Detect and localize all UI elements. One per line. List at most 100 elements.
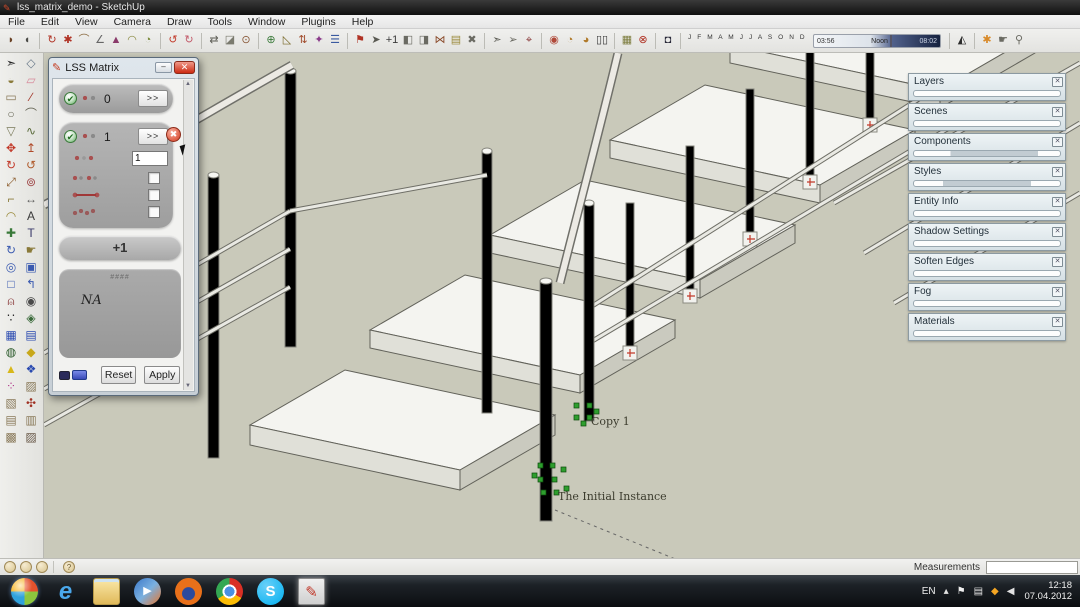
- clock-a-icon[interactable]: ◔: [563, 33, 577, 48]
- menu-help[interactable]: Help: [344, 16, 382, 28]
- tray-scenes-title[interactable]: Scenes: [911, 106, 1052, 117]
- 3d-text-icon[interactable]: T: [22, 225, 40, 241]
- tray-materials[interactable]: Materials ✕: [908, 313, 1066, 341]
- tray-components[interactable]: Components ✕: [908, 133, 1066, 161]
- chain-option-checkbox[interactable]: [148, 205, 160, 218]
- walkboots-icon[interactable]: ◭: [955, 33, 969, 48]
- protractor-icon[interactable]: ◠: [2, 208, 20, 224]
- text-icon[interactable]: A: [22, 208, 40, 224]
- collapse-button[interactable]: >>: [138, 128, 168, 145]
- circle-icon[interactable]: ○: [2, 106, 20, 122]
- menu-edit[interactable]: Edit: [33, 16, 67, 28]
- menu-tools[interactable]: Tools: [199, 16, 240, 28]
- pause-icon[interactable]: ▯▯: [595, 33, 609, 48]
- tray-detach-icon[interactable]: ✕: [1052, 166, 1063, 177]
- dimension-icon[interactable]: ↔: [22, 191, 40, 207]
- drape-icon[interactable]: ▥: [22, 412, 40, 428]
- layout-icon[interactable]: ▦: [620, 33, 634, 48]
- tray-layers-bar[interactable]: [913, 90, 1061, 97]
- slope-icon[interactable]: ◺: [280, 33, 294, 48]
- tray-fog-title[interactable]: Fog: [911, 286, 1052, 297]
- shadow-date-slider[interactable]: J F M A M J J A S O N D: [688, 33, 806, 49]
- axes-tool-icon[interactable]: ⊕: [264, 33, 278, 48]
- bend-solid-icon[interactable]: ◖: [20, 33, 34, 48]
- tray-shadow-settings-bar[interactable]: [913, 240, 1061, 247]
- pie-arc-icon[interactable]: ⌒: [77, 33, 91, 48]
- tray-detach-icon[interactable]: ✕: [1052, 136, 1063, 147]
- orbit-red-icon[interactable]: ◉: [547, 33, 561, 48]
- smoove-icon[interactable]: ✣: [22, 395, 40, 411]
- axes-icon[interactable]: ✚: [2, 225, 20, 241]
- sketchup-icon[interactable]: ✎: [298, 577, 325, 605]
- tray-detach-icon[interactable]: ✕: [1052, 316, 1063, 327]
- walk-icon[interactable]: ∵: [2, 310, 20, 326]
- stamp-tool-icon[interactable]: ▤: [2, 412, 20, 428]
- menu-window[interactable]: Window: [240, 16, 293, 28]
- lss-map-icon[interactable]: ◍: [2, 344, 20, 360]
- volume-icon[interactable]: ◀: [1007, 586, 1015, 597]
- tray-fog[interactable]: Fog ✕: [908, 283, 1066, 311]
- minimize-button[interactable]: ‒: [155, 62, 172, 73]
- walk-figure-icon[interactable]: ⚲: [1012, 33, 1026, 48]
- tray-entity-info-title[interactable]: Entity Info: [911, 196, 1052, 207]
- bucket-dark-icon[interactable]: ◘: [661, 33, 675, 48]
- explode-icon[interactable]: ✖: [465, 33, 479, 48]
- sandbox-from-contours-icon[interactable]: ▨: [22, 378, 40, 394]
- dialog-scrollbar[interactable]: ▲ ▼: [183, 80, 193, 390]
- tray-entity-info[interactable]: Entity Info ✕: [908, 193, 1066, 221]
- tray-components-title[interactable]: Components: [911, 136, 1052, 147]
- zoom-icon[interactable]: ◎: [2, 259, 20, 275]
- look-around-icon[interactable]: ◉: [22, 293, 40, 309]
- pan-icon[interactable]: ☛: [22, 242, 40, 258]
- zoom-window-icon[interactable]: ▣: [22, 259, 40, 275]
- link-option-checkbox[interactable]: [148, 188, 160, 201]
- add-row-button[interactable]: +1: [59, 236, 181, 260]
- scale-icon[interactable]: ⤢: [2, 174, 20, 190]
- expand-button[interactable]: >>: [138, 90, 168, 107]
- check-icon[interactable]: ✔: [64, 92, 77, 105]
- taper-icon[interactable]: ▲: [109, 33, 123, 48]
- previous-icon[interactable]: ↰: [22, 276, 40, 292]
- tape-measure-icon[interactable]: ⌐: [2, 191, 20, 207]
- start-icon[interactable]: [11, 577, 38, 605]
- reset-button[interactable]: Reset: [100, 366, 137, 384]
- cursor-b-icon[interactable]: ➢: [506, 33, 520, 48]
- shell-icon[interactable]: ◔: [141, 33, 155, 48]
- lss-matrix-titlebar[interactable]: ✎ LSS Matrix ‒ ✕: [49, 58, 198, 77]
- dome-icon[interactable]: ◠: [125, 33, 139, 48]
- flag-icon[interactable]: ⚑: [353, 33, 367, 48]
- loop-red-icon[interactable]: ↺: [166, 33, 180, 48]
- zoom-extents-icon[interactable]: □: [2, 276, 20, 292]
- shape-bender-icon[interactable]: ⇄: [207, 33, 221, 48]
- lss-dots-icon[interactable]: ⁘: [2, 378, 20, 394]
- delete-group-button[interactable]: ✖: [166, 127, 181, 142]
- tray-soften-edges[interactable]: Soften Edges ✕: [908, 253, 1066, 281]
- close-button[interactable]: ✕: [174, 61, 195, 74]
- tray-shadow-settings[interactable]: Shadow Settings ✕: [908, 223, 1066, 251]
- section-plane-icon[interactable]: ◈: [22, 310, 40, 326]
- apply-button[interactable]: Apply: [144, 366, 180, 384]
- model-info-icon[interactable]: [36, 561, 48, 573]
- lss-gem-icon[interactable]: ◆: [22, 344, 40, 360]
- tray-fog-bar[interactable]: [913, 300, 1061, 307]
- mirror-icon[interactable]: ⋈: [433, 33, 447, 48]
- claim-credit-icon[interactable]: [20, 561, 32, 573]
- make-component-icon[interactable]: ◇: [22, 55, 40, 71]
- lss-list-icon[interactable]: ▤: [22, 327, 40, 343]
- language-indicator[interactable]: EN: [922, 586, 936, 597]
- help-icon[interactable]: ?: [63, 561, 75, 573]
- copy-fold-icon[interactable]: ◧: [401, 33, 415, 48]
- tray-shadow-settings-title[interactable]: Shadow Settings: [911, 226, 1052, 237]
- matrix-group-1[interactable]: ✔ 1 >>: [59, 122, 173, 228]
- tray-detach-icon[interactable]: ✕: [1052, 256, 1063, 267]
- internet-explorer-icon[interactable]: e: [52, 578, 79, 605]
- tray-detach-icon[interactable]: ✕: [1052, 76, 1063, 87]
- add-detail-icon[interactable]: ▩: [2, 429, 20, 445]
- pair-option-checkbox[interactable]: [148, 171, 160, 184]
- action-center-icon[interactable]: ⚑: [957, 586, 966, 597]
- stamp-icon[interactable]: ⊙: [239, 33, 253, 48]
- lss-cone-icon[interactable]: ▲: [2, 361, 20, 377]
- gear-icon[interactable]: ✱: [61, 33, 75, 48]
- media-player-icon[interactable]: ▶: [134, 577, 161, 605]
- paint-bucket-icon[interactable]: ◒: [2, 72, 20, 88]
